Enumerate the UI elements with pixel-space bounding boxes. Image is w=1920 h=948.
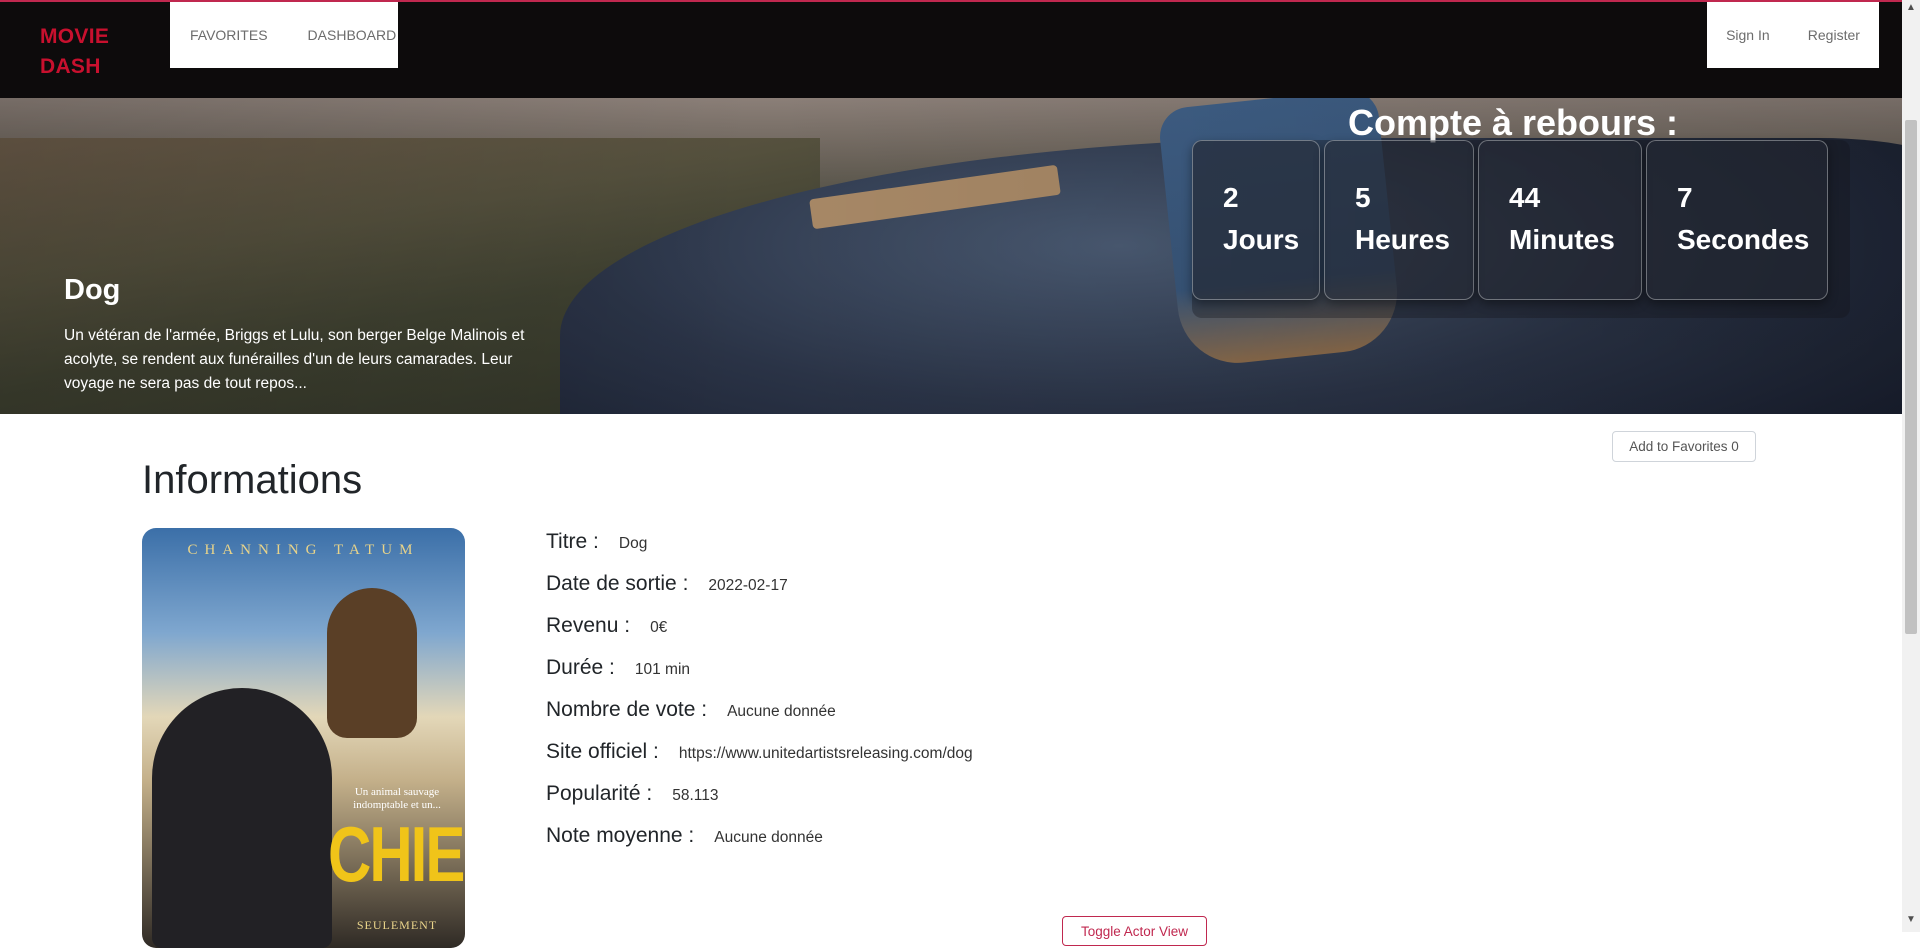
info-label: Titre : xyxy=(546,530,599,553)
info-row-official-site: Site officiel : https://www.unitedartist… xyxy=(546,740,973,782)
nav-favorites-link[interactable]: FAVORITES xyxy=(190,27,268,43)
countdown-minutes: 44 Minutes xyxy=(1478,140,1642,300)
sign-in-link[interactable]: Sign In xyxy=(1726,27,1770,43)
brand-line-2: DASH xyxy=(40,55,101,78)
hero-banner: Dog Un vétéran de l'armée, Briggs et Lul… xyxy=(0,98,1902,414)
info-list: Titre : Dog Date de sortie : 2022-02-17 … xyxy=(546,530,973,866)
countdown-seconds-value: 7 xyxy=(1677,182,1693,213)
poster-title: CHIEN xyxy=(328,810,465,899)
info-value: Aucune donnée xyxy=(714,829,823,846)
countdown-title: Compte à rebours : xyxy=(1348,102,1679,143)
info-value: Dog xyxy=(618,535,648,552)
page-scrollbar[interactable]: ▲ ▼ xyxy=(1902,0,1920,932)
scroll-down-arrow-icon[interactable]: ▼ xyxy=(1902,914,1920,928)
movie-title: Dog xyxy=(64,274,121,306)
countdown-minutes-unit: Minutes xyxy=(1509,224,1615,255)
info-label: Date de sortie : xyxy=(546,572,689,595)
add-to-favorites-button[interactable]: Add to Favorites 0 xyxy=(1612,431,1756,462)
countdown-days-value: 2 xyxy=(1223,182,1239,213)
poster-man-figure xyxy=(152,688,332,948)
movie-description: Un vétéran de l'armée, Briggs et Lulu, s… xyxy=(64,327,525,392)
info-row-popularity: Popularité : 58.113 xyxy=(546,782,973,824)
brand-line-1: MOVIE xyxy=(40,25,110,48)
countdown-seconds-unit: Secondes xyxy=(1677,224,1810,255)
info-row-average-rating: Note moyenne : Aucune donnée xyxy=(546,824,973,866)
info-row-duration: Durée : 101 min xyxy=(546,656,973,698)
info-value: 2022-02-17 xyxy=(708,577,788,594)
poster-dog-figure xyxy=(327,588,417,738)
info-label: Durée : xyxy=(546,656,615,679)
countdown-panel: 2 Jours 5 Heures 44 Minutes 7 Secondes xyxy=(1192,140,1850,318)
info-label: Popularité : xyxy=(546,782,653,805)
info-row-release-date: Date de sortie : 2022-02-17 xyxy=(546,572,973,614)
poster-tagline: Un animal sauvage indomptable et un... xyxy=(353,786,441,811)
info-label: Nombre de vote : xyxy=(546,698,708,721)
info-row-vote-count: Nombre de vote : Aucune donnée xyxy=(546,698,973,740)
auth-nav: Sign In Register xyxy=(1707,2,1879,68)
countdown-days-unit: Jours xyxy=(1223,224,1300,255)
info-label: Note moyenne : xyxy=(546,824,695,847)
countdown-minutes-value: 44 xyxy=(1509,182,1541,213)
nav-dashboard-link[interactable]: DASHBOARD xyxy=(308,27,397,43)
info-value: 58.113 xyxy=(672,787,719,804)
countdown-hours-unit: Heures xyxy=(1355,224,1450,255)
info-label: Revenu : xyxy=(546,614,631,637)
info-value: 0€ xyxy=(650,619,668,636)
informations-heading: Informations xyxy=(142,458,363,502)
countdown-seconds: 7 Secondes xyxy=(1646,140,1828,300)
main-nav: FAVORITES DASHBOARD xyxy=(170,2,398,68)
info-row-title: Titre : Dog xyxy=(546,530,973,572)
countdown-hours: 5 Heures xyxy=(1324,140,1474,300)
poster-bottom-text: SEULEMENT xyxy=(356,918,438,932)
navbar: MOVIE DASH FAVORITES DASHBOARD Sign In R… xyxy=(0,0,1902,98)
official-site-link[interactable]: https://www.unitedartistsreleasing.com/d… xyxy=(679,745,973,763)
info-value: Aucune donnée xyxy=(727,703,836,720)
info-row-revenue: Revenu : 0€ xyxy=(546,614,973,656)
scroll-thumb[interactable] xyxy=(1905,120,1917,634)
info-value: 101 min xyxy=(634,661,691,678)
poster-actor-name: CHANNING TATUM xyxy=(187,542,420,558)
countdown-hours-value: 5 xyxy=(1355,182,1371,213)
register-link[interactable]: Register xyxy=(1808,27,1860,43)
brand-logo[interactable]: MOVIE DASH xyxy=(40,22,130,82)
countdown-days: 2 Jours xyxy=(1192,140,1320,300)
toggle-actor-view-button[interactable]: Toggle Actor View xyxy=(1062,916,1207,946)
movie-poster: CHANNING TATUM Un animal sauvage indompt… xyxy=(142,528,465,948)
scroll-up-arrow-icon[interactable]: ▲ xyxy=(1902,2,1920,16)
info-label: Site officiel : xyxy=(546,740,659,763)
